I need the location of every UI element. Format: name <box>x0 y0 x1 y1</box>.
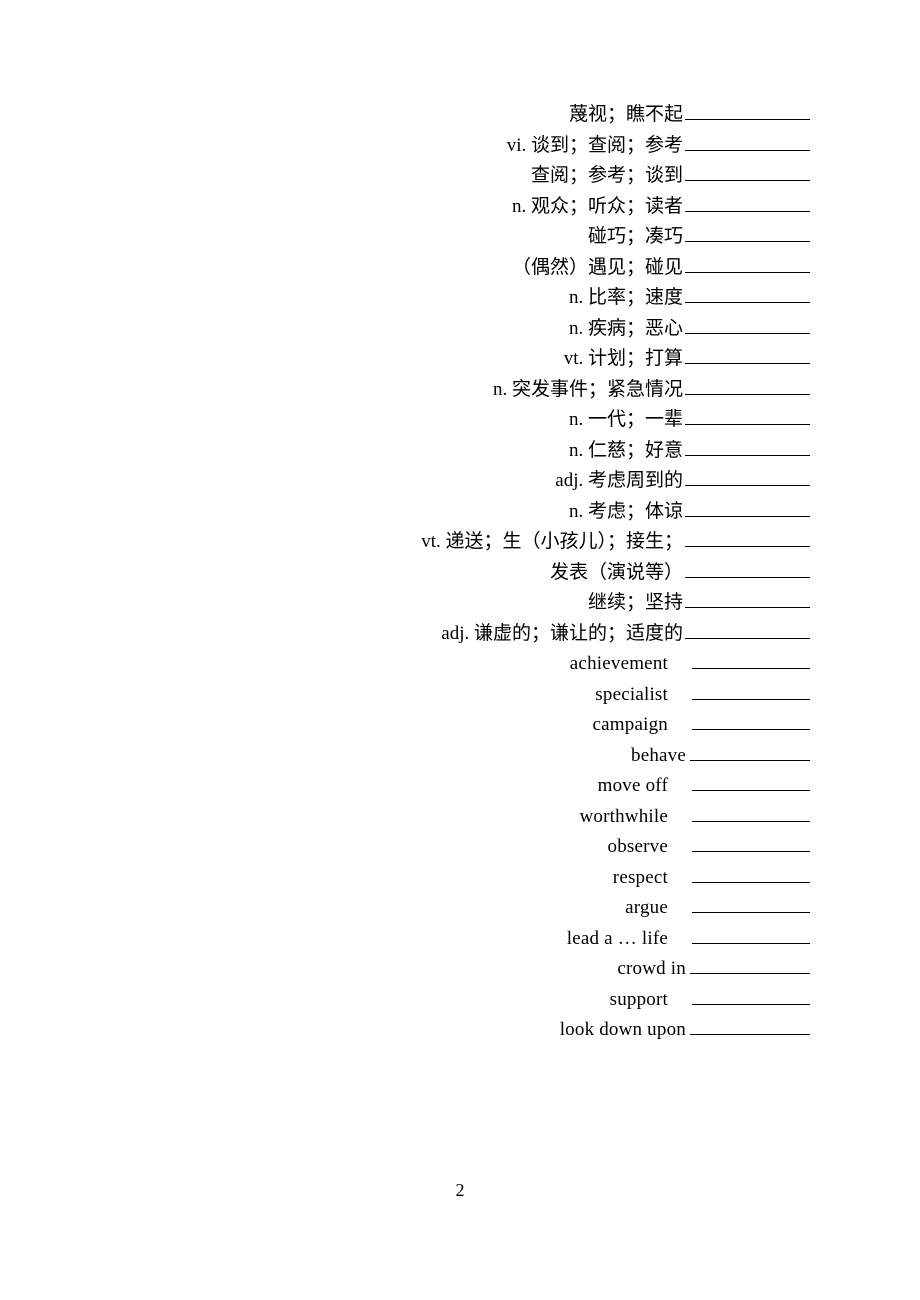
vocab-label: campaign <box>593 710 668 741</box>
blank-line <box>692 680 810 700</box>
vocab-row: worthwhile <box>110 802 810 833</box>
vocab-label: worthwhile <box>579 802 668 833</box>
vocab-row: observe <box>110 832 810 863</box>
vocab-row: n. 观众；听众；读者 <box>110 192 810 223</box>
blank-line <box>692 863 810 883</box>
vocab-row: vt. 递送；生（小孩儿）；接生； <box>110 527 810 558</box>
vocab-label: vt. 递送；生（小孩儿）；接生； <box>421 527 683 558</box>
vocab-row: adj. 考虑周到的 <box>110 466 810 497</box>
vocab-row: campaign <box>110 710 810 741</box>
blank-line <box>685 100 810 120</box>
blank-line <box>690 1015 810 1035</box>
vocab-row: 碰巧；凑巧 <box>110 222 810 253</box>
vocab-row: specialist <box>110 680 810 711</box>
blank-line <box>692 771 810 791</box>
vocab-label: n. 比率；速度 <box>569 283 683 314</box>
blank-line <box>685 405 810 425</box>
vocab-label: support <box>610 985 668 1016</box>
blank-line <box>685 558 810 578</box>
blank-line <box>685 192 810 212</box>
vocab-row: 继续；坚持 <box>110 588 810 619</box>
vocab-label: adj. 考虑周到的 <box>555 466 683 497</box>
vocab-row: vi. 谈到；查阅；参考 <box>110 131 810 162</box>
vocab-label: n. 一代；一辈 <box>569 405 683 436</box>
vocab-label: look down upon <box>560 1015 686 1046</box>
vocab-label: adj. 谦虚的；谦让的；适度的 <box>441 619 683 650</box>
vocab-row: adj. 谦虚的；谦让的；适度的 <box>110 619 810 650</box>
vocab-label: vt. 计划；打算 <box>564 344 683 375</box>
vocab-row: n. 突发事件；紧急情况 <box>110 375 810 406</box>
blank-line <box>692 924 810 944</box>
blank-line <box>692 893 810 913</box>
vocab-row: lead a … life <box>110 924 810 955</box>
vocab-row: 蔑视；瞧不起 <box>110 100 810 131</box>
blank-line <box>685 466 810 486</box>
blank-line <box>685 344 810 364</box>
vocab-label: 蔑视；瞧不起 <box>569 100 683 131</box>
vocab-row: move off <box>110 771 810 802</box>
blank-line <box>685 314 810 334</box>
vocab-row: support <box>110 985 810 1016</box>
blank-line <box>685 527 810 547</box>
blank-line <box>692 649 810 669</box>
blank-line <box>685 283 810 303</box>
vocab-label: n. 仁慈；好意 <box>569 436 683 467</box>
vocab-row: 查阅；参考；谈到 <box>110 161 810 192</box>
vocab-label: argue <box>625 893 668 924</box>
vocab-label: 发表（演说等） <box>550 558 683 589</box>
vocab-row: look down upon <box>110 1015 810 1046</box>
blank-line <box>685 588 810 608</box>
blank-line <box>685 131 810 151</box>
blank-line <box>685 253 810 273</box>
blank-line <box>692 832 810 852</box>
page-content: 蔑视；瞧不起 vi. 谈到；查阅；参考 查阅；参考；谈到 n. 观众；听众；读者… <box>0 0 920 1046</box>
vocab-row: n. 疾病；恶心 <box>110 314 810 345</box>
vocab-row: n. 仁慈；好意 <box>110 436 810 467</box>
blank-line <box>692 710 810 730</box>
blank-line <box>690 954 810 974</box>
vocab-label: specialist <box>595 680 668 711</box>
vocab-row: 发表（演说等） <box>110 558 810 589</box>
vocab-row: vt. 计划；打算 <box>110 344 810 375</box>
vocab-label: observe <box>608 832 669 863</box>
blank-line <box>685 436 810 456</box>
blank-line <box>692 985 810 1005</box>
vocab-label: vi. 谈到；查阅；参考 <box>507 131 683 162</box>
vocab-label: n. 观众；听众；读者 <box>512 192 683 223</box>
vocab-row: n. 比率；速度 <box>110 283 810 314</box>
vocab-label: 查阅；参考；谈到 <box>531 161 683 192</box>
blank-line <box>685 497 810 517</box>
blank-line <box>690 741 810 761</box>
vocab-row: crowd in <box>110 954 810 985</box>
vocab-row: behave <box>110 741 810 772</box>
blank-line <box>685 161 810 181</box>
vocab-row: n. 一代；一辈 <box>110 405 810 436</box>
vocab-label: n. 突发事件；紧急情况 <box>493 375 683 406</box>
vocab-label: （偶然）遇见；碰见 <box>512 253 683 284</box>
vocab-label: behave <box>631 741 686 772</box>
vocab-label: 继续；坚持 <box>588 588 683 619</box>
blank-line <box>685 619 810 639</box>
vocab-row: argue <box>110 893 810 924</box>
vocab-row: （偶然）遇见；碰见 <box>110 253 810 284</box>
blank-line <box>685 375 810 395</box>
page-number: 2 <box>0 1180 920 1201</box>
vocab-row: achievement <box>110 649 810 680</box>
vocab-label: achievement <box>570 649 668 680</box>
vocab-row: respect <box>110 863 810 894</box>
blank-line <box>692 802 810 822</box>
vocab-label: lead a … life <box>567 924 668 955</box>
vocab-label: 碰巧；凑巧 <box>588 222 683 253</box>
vocab-label: n. 疾病；恶心 <box>569 314 683 345</box>
vocab-label: crowd in <box>617 954 686 985</box>
vocab-row: n. 考虑；体谅 <box>110 497 810 528</box>
blank-line <box>685 222 810 242</box>
vocab-label: n. 考虑；体谅 <box>569 497 683 528</box>
vocab-label: move off <box>598 771 668 802</box>
vocab-label: respect <box>613 863 668 894</box>
